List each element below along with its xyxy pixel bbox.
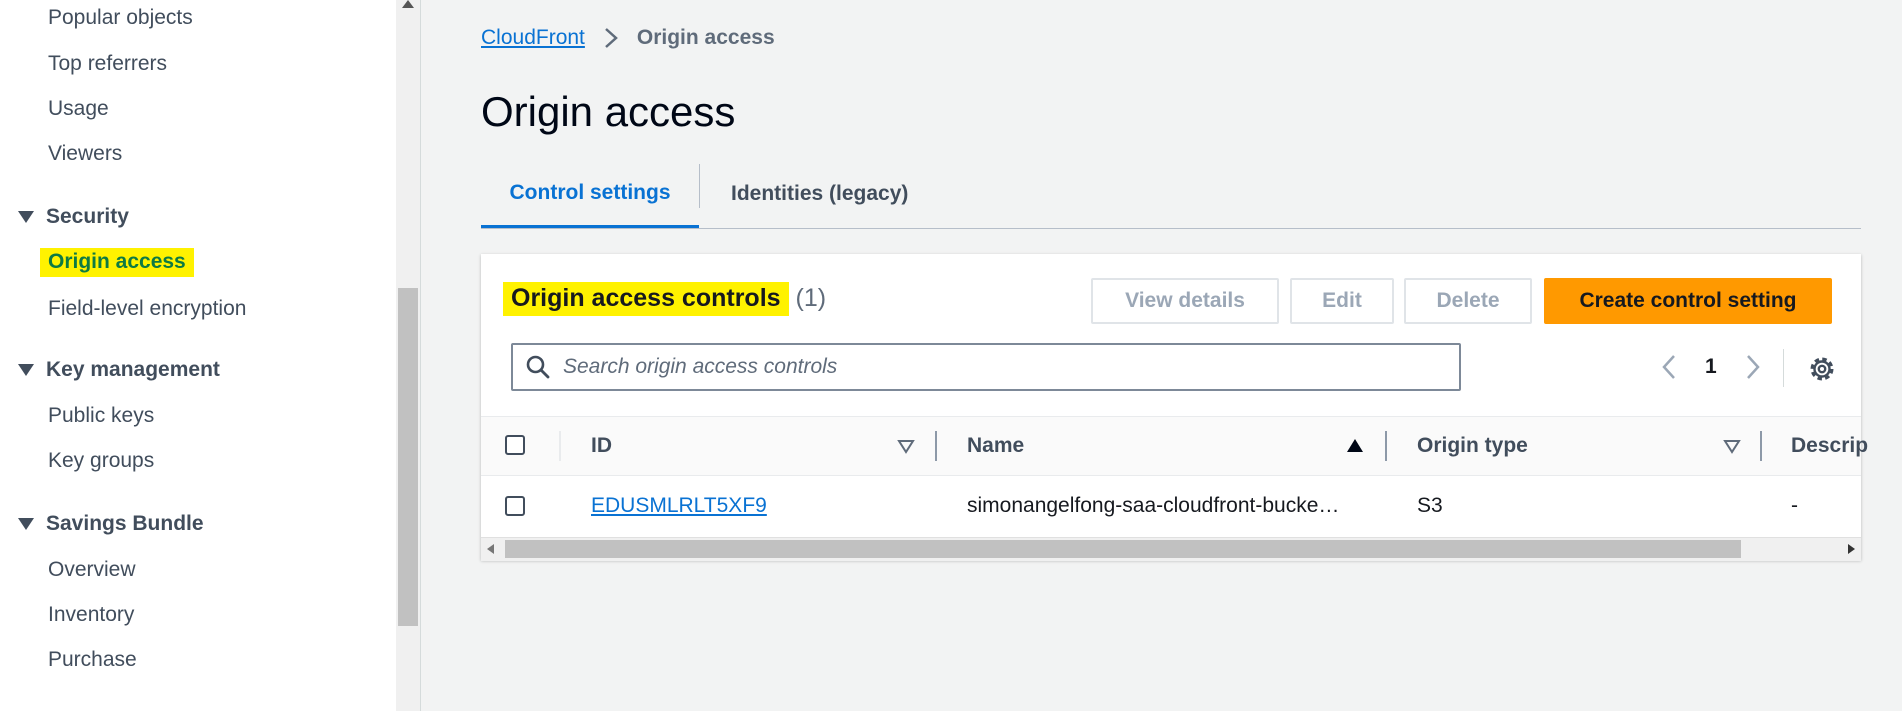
nav-section-label: Security — [46, 205, 129, 228]
column-header-origin-type[interactable]: Origin type — [1417, 417, 1528, 475]
tab-divider — [699, 164, 700, 208]
nav-public-keys[interactable]: Public keys — [48, 404, 154, 428]
nav-origin-access[interactable]: Origin access — [40, 248, 194, 277]
nav-overview[interactable]: Overview — [48, 558, 136, 582]
chevron-left-icon[interactable] — [1655, 352, 1683, 382]
scroll-left-arrow-icon[interactable] — [487, 544, 494, 554]
column-header-name[interactable]: Name — [967, 417, 1024, 475]
page-title: Origin access — [481, 88, 736, 135]
panel-title: Origin access controls (1) — [503, 282, 827, 316]
cell-id: EDUSMLRLT5XF9 — [591, 475, 767, 537]
nav-purchase[interactable]: Purchase — [48, 648, 137, 672]
nav-field-level-encryption[interactable]: Field-level encryption — [48, 297, 246, 321]
scroll-right-arrow-icon[interactable] — [1848, 544, 1855, 554]
table-header: ID Name Origin type Descrip — [481, 416, 1868, 476]
breadcrumb: CloudFront Origin access — [481, 26, 775, 50]
page-number[interactable]: 1 — [1705, 355, 1717, 379]
cell-description: - — [1791, 494, 1798, 517]
column-header-description[interactable]: Descrip — [1791, 417, 1868, 475]
tab-control-settings[interactable]: Control settings — [481, 160, 699, 228]
nav-top-referrers[interactable]: Top referrers — [48, 52, 167, 76]
create-control-setting-button[interactable]: Create control setting — [1544, 278, 1832, 324]
origin-access-control-id-link[interactable]: EDUSMLRLT5XF9 — [591, 494, 767, 518]
sidebar-scrollbar-thumb[interactable] — [398, 288, 418, 626]
column-separator[interactable] — [1385, 431, 1387, 461]
search-icon — [526, 355, 550, 379]
nav-key-groups[interactable]: Key groups — [48, 449, 154, 473]
column-separator[interactable] — [935, 431, 937, 461]
nav-section-label: Key management — [46, 358, 220, 381]
origin-access-controls-panel: Origin access controls (1) View details … — [481, 254, 1868, 561]
search-box[interactable] — [511, 343, 1461, 391]
column-separator — [559, 431, 561, 461]
nav-section-key-management[interactable]: Key management — [18, 358, 220, 382]
column-header-id[interactable]: ID — [591, 417, 612, 475]
sidebar-nav: Popular objects Top referrers Usage View… — [0, 0, 396, 711]
chevron-right-icon — [605, 28, 618, 48]
nav-viewers[interactable]: Viewers — [48, 142, 122, 166]
edit-button[interactable]: Edit — [1290, 278, 1394, 324]
nav-inventory[interactable]: Inventory — [48, 603, 134, 627]
search-input[interactable] — [561, 354, 1445, 380]
sort-descending-icon[interactable] — [897, 439, 915, 455]
cell-origin-type: S3 — [1417, 494, 1443, 517]
panel-title-text: Origin access controls — [503, 282, 789, 316]
nav-popular-objects[interactable]: Popular objects — [48, 6, 193, 30]
nav-section-label: Savings Bundle — [46, 512, 204, 535]
breadcrumb-current: Origin access — [636, 26, 775, 49]
view-details-button[interactable]: View details — [1091, 278, 1279, 324]
gear-icon[interactable] — [1807, 354, 1837, 384]
nav-section-security[interactable]: Security — [18, 205, 129, 229]
table-scrollbar-thumb[interactable] — [505, 540, 1741, 558]
nav-usage[interactable]: Usage — [48, 97, 109, 121]
tab-identities-legacy[interactable]: Identities (legacy) — [731, 160, 908, 228]
caret-down-icon — [18, 211, 34, 223]
sort-ascending-icon[interactable] — [1347, 439, 1363, 452]
table-horizontal-scrollbar[interactable] — [481, 537, 1861, 561]
tab-bar: Control settings Identities (legacy) — [481, 160, 1861, 229]
chevron-right-icon[interactable] — [1739, 352, 1767, 382]
cell-name: simonangelfong-saa-cloudfront-bucke… — [967, 494, 1340, 517]
table-row[interactable]: EDUSMLRLT5XF9 simonangelfong-saa-cloudfr… — [481, 475, 1861, 537]
breadcrumb-cloudfront-link[interactable]: CloudFront — [481, 26, 585, 50]
select-all-checkbox[interactable] — [505, 435, 525, 455]
caret-down-icon — [18, 364, 34, 376]
scroll-up-arrow-icon[interactable] — [402, 0, 414, 8]
pagination: 1 — [1655, 352, 1767, 382]
column-separator[interactable] — [1760, 431, 1762, 461]
row-checkbox[interactable] — [505, 496, 525, 516]
delete-button[interactable]: Delete — [1404, 278, 1532, 324]
panel-title-count: (1) — [795, 284, 827, 312]
sort-descending-icon[interactable] — [1723, 439, 1741, 455]
nav-origin-access-label: Origin access — [40, 248, 194, 277]
nav-section-savings-bundle[interactable]: Savings Bundle — [18, 512, 204, 536]
caret-down-icon — [18, 518, 34, 530]
pager-divider — [1783, 349, 1784, 387]
